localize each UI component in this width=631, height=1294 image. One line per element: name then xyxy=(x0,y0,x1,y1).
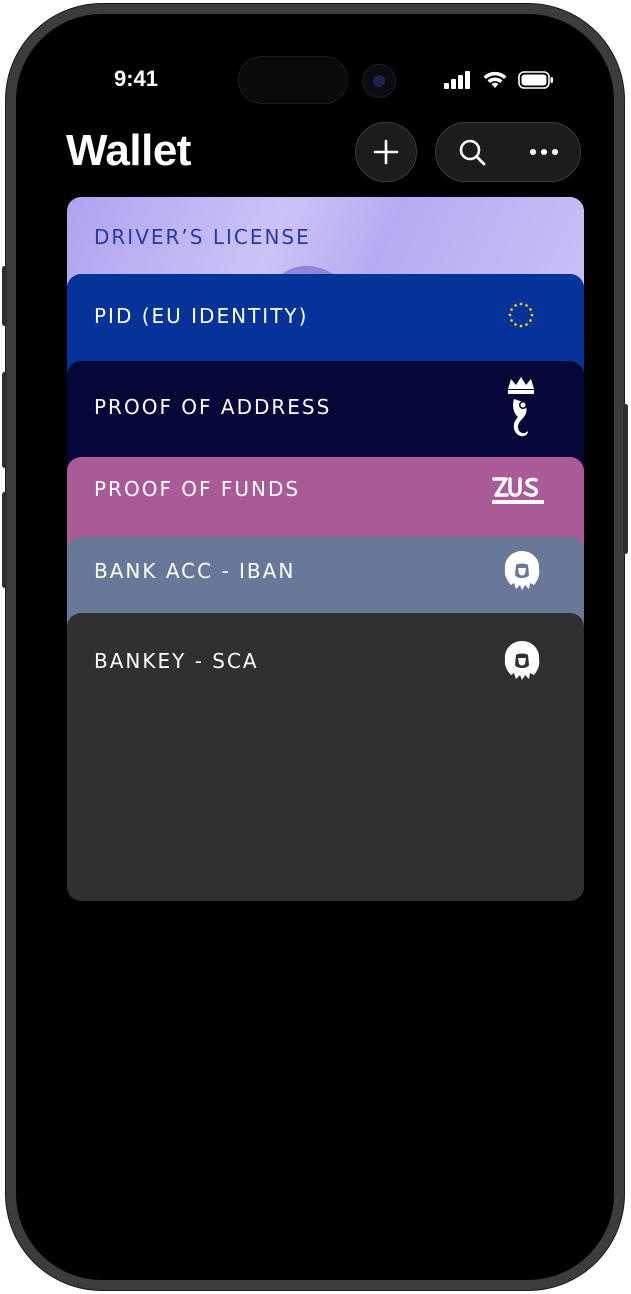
dynamic-island xyxy=(238,56,348,104)
cellular-signal-icon xyxy=(444,71,470,89)
lion-head-icon xyxy=(504,641,540,680)
add-card-button[interactable] xyxy=(355,122,417,182)
status-icons xyxy=(444,70,554,90)
wifi-icon xyxy=(483,71,507,88)
ellipsis-icon xyxy=(530,149,558,155)
screen: 9:41 Wallet DRIVER’S LICENSE PID (EU IDE… xyxy=(16,14,614,1280)
phone-frame: 9:41 Wallet DRIVER’S LICENSE PID (EU IDE… xyxy=(2,4,628,1290)
volume-up-button xyxy=(2,372,7,468)
card-label: BANKEY - SCA xyxy=(94,649,259,673)
eu-stars-icon xyxy=(508,302,534,328)
battery-icon xyxy=(518,71,553,89)
lion-head-icon xyxy=(504,551,540,590)
status-time: 9:41 xyxy=(114,66,159,91)
power-button xyxy=(623,404,628,554)
card-label: PID (EU IDENTITY) xyxy=(94,304,309,328)
page-title: Wallet xyxy=(66,126,191,175)
search-more-group xyxy=(435,122,581,182)
card-label: PROOF OF ADDRESS xyxy=(94,395,332,419)
card-label: BANK ACC - IBAN xyxy=(94,559,296,583)
status-bar: 9:41 xyxy=(16,14,614,124)
card-label: DRIVER’S LICENSE xyxy=(94,225,311,249)
front-camera xyxy=(362,64,396,98)
card-label: PROOF OF FUNDS xyxy=(94,477,301,501)
zus-logo-icon xyxy=(492,477,544,504)
plus-icon xyxy=(373,139,399,165)
search-icon xyxy=(459,139,486,166)
search-button[interactable] xyxy=(436,123,508,181)
volume-down-button xyxy=(2,492,7,588)
action-button xyxy=(2,266,7,326)
warsaw-mermaid-crest-icon xyxy=(508,377,534,437)
card-bankey-sca[interactable]: BANKEY - SCA xyxy=(67,613,584,901)
more-button[interactable] xyxy=(508,123,580,181)
